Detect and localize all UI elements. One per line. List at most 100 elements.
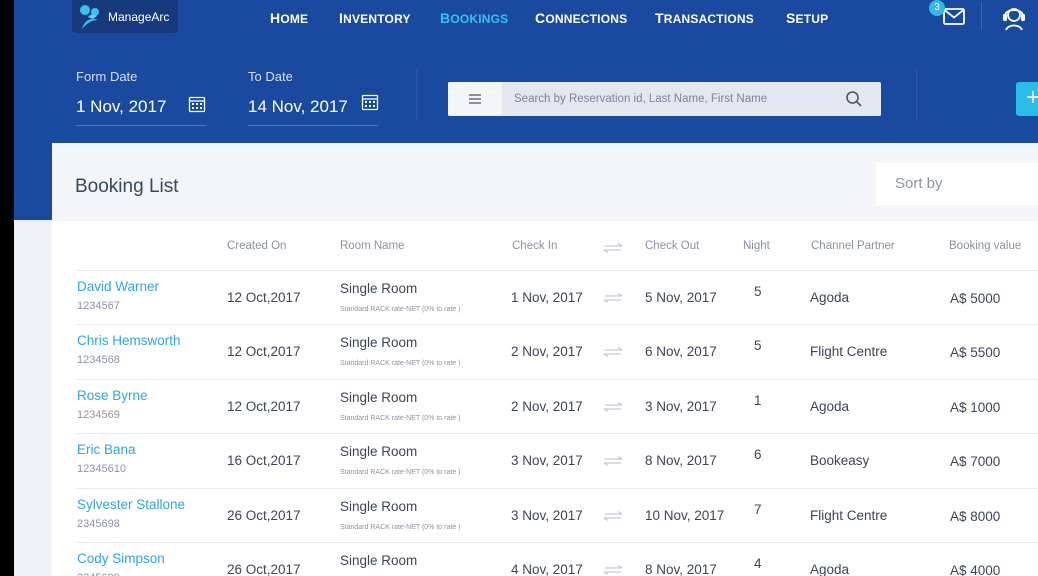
swap-arrows-icon xyxy=(603,456,623,466)
table-row[interactable]: Sylvester Stallone 2345698 26 Oct,2017 Sing… xyxy=(76,488,1038,542)
created-on: 12 Oct,2017 xyxy=(227,290,301,305)
check-in-date: 3 Nov, 2017 xyxy=(511,453,583,468)
guest-name-link[interactable]: Sylvester Stallone xyxy=(77,497,185,512)
col-created-on[interactable]: Created On xyxy=(227,240,286,252)
table-row[interactable]: David Warner 1234567 12 Oct,2017 Single Roo… xyxy=(76,270,1038,324)
rate-plan: Standard RACK rate-NET (0% to rate ) xyxy=(340,306,461,313)
page-title: Booking List xyxy=(75,176,179,197)
check-in-date: 2 Nov, 2017 xyxy=(511,399,583,414)
search-input[interactable]: Search by Reservation id, Last Name, Fir… xyxy=(502,82,827,116)
table-row[interactable]: Rose Byrne 1234569 12 Oct,2017 Single Room S… xyxy=(76,379,1038,433)
nav-inventory-label: INVENTORY xyxy=(339,10,411,26)
guest-name-link[interactable]: Eric Bana xyxy=(77,442,136,457)
add-booking-button[interactable]: + xyxy=(1016,82,1038,116)
night-count: 7 xyxy=(754,502,762,517)
swap-arrows-icon xyxy=(603,347,623,357)
guest-name-link[interactable]: Cody Simpson xyxy=(77,551,165,566)
check-out-date: 5 Nov, 2017 xyxy=(645,290,717,305)
col-room-name[interactable]: Room Name xyxy=(340,240,405,252)
calendar-icon[interactable] xyxy=(188,95,206,113)
nav-home-label: HOME xyxy=(270,10,309,26)
swap-arrows-icon xyxy=(603,565,623,575)
room-name: Single Room xyxy=(340,281,418,296)
to-date-value[interactable]: 14 Nov, 2017 xyxy=(248,97,348,117)
nav-transactions[interactable]: TRANSACTIONS xyxy=(655,10,754,26)
col-night[interactable]: Night xyxy=(743,240,770,252)
channel-partner: Agoda xyxy=(810,399,850,414)
card-header: Booking List Sort by xyxy=(52,143,1038,221)
col-booking-value[interactable]: Booking value xyxy=(949,240,1021,252)
col-channel-partner[interactable]: Channel Partner xyxy=(811,240,895,252)
filter-divider xyxy=(916,70,917,120)
col-check-out[interactable]: Check Out xyxy=(645,240,699,252)
logo[interactable]: ManageArc xyxy=(72,0,178,33)
headset-icon[interactable] xyxy=(1000,2,1028,32)
calendar-icon[interactable] xyxy=(361,93,379,111)
reservation-id: 1234569 xyxy=(77,409,120,421)
nav-home[interactable]: HOME xyxy=(270,10,308,26)
guest-name-link[interactable]: Rose Byrne xyxy=(77,388,148,403)
guest-name-link[interactable]: Chris Hemsworth xyxy=(77,333,181,348)
nav-inventory[interactable]: INVENTORY xyxy=(339,10,411,26)
swap-arrows-icon xyxy=(603,293,623,303)
created-on: 16 Oct,2017 xyxy=(227,453,301,468)
nav-bookings[interactable]: BOOKINGS xyxy=(440,10,508,26)
logo-icon xyxy=(80,4,99,29)
table-row[interactable]: Chris Hemsworth 1234568 12 Oct,2017 Single … xyxy=(76,324,1038,378)
rate-plan: Standard RACK rate-NET (0% to rate ) xyxy=(340,524,461,531)
to-date-underline xyxy=(248,125,378,126)
swap-arrows-icon xyxy=(603,511,623,521)
search-button[interactable] xyxy=(827,82,881,116)
night-count: 6 xyxy=(754,447,762,462)
swap-arrows-icon xyxy=(603,243,623,253)
top-nav: ManageArc HOME INVENTORY BOOKINGS CONNEC… xyxy=(14,0,1038,36)
created-on: 12 Oct,2017 xyxy=(227,344,301,359)
table-row[interactable]: Cody Simpson 2345699 26 Oct,2017 Single Roo… xyxy=(76,542,1038,576)
sort-dropdown[interactable]: Sort by xyxy=(876,163,1038,205)
booking-value: A$ 4000 xyxy=(950,563,1001,576)
check-out-date: 10 Nov, 2017 xyxy=(645,508,725,523)
reservation-id: 2345698 xyxy=(77,518,120,530)
room-name: Single Room xyxy=(340,553,418,568)
from-date-value[interactable]: 1 Nov, 2017 xyxy=(76,97,166,117)
booking-value: A$ 1000 xyxy=(950,400,1001,415)
search-bar: Search by Reservation id, Last Name, Fir… xyxy=(448,82,881,116)
nav-transactions-label: TRANSACTIONS xyxy=(655,10,754,26)
check-out-date: 8 Nov, 2017 xyxy=(645,453,717,468)
reservation-id: 2345699 xyxy=(77,572,120,576)
check-in-date: 4 Nov, 2017 xyxy=(511,562,583,576)
room-name: Single Room xyxy=(340,335,418,350)
night-count: 5 xyxy=(754,338,762,353)
mail-icon[interactable] xyxy=(942,4,966,28)
menu-icon[interactable] xyxy=(448,82,502,116)
search-icon xyxy=(846,91,862,107)
table-row[interactable]: Eric Bana 12345610 16 Oct,2017 Single Room S… xyxy=(76,433,1038,487)
room-name: Single Room xyxy=(340,444,418,459)
reservation-id: 1234568 xyxy=(77,354,120,366)
check-out-date: 8 Nov, 2017 xyxy=(645,562,717,576)
mail-badge: 3 xyxy=(929,0,945,16)
nav-connections[interactable]: CONNECTIONS xyxy=(535,10,627,26)
check-in-date: 3 Nov, 2017 xyxy=(511,508,583,523)
app-window: ManageArc HOME INVENTORY BOOKINGS CONNEC… xyxy=(14,0,1038,576)
check-in-date: 1 Nov, 2017 xyxy=(511,290,583,305)
rate-plan: Standard RACK rate-NET (0% to rate ) xyxy=(340,415,461,422)
night-count: 1 xyxy=(754,393,762,408)
logo-text: ManageArc xyxy=(108,9,170,24)
night-count: 5 xyxy=(754,284,762,299)
channel-partner: Agoda xyxy=(810,562,850,576)
created-on: 12 Oct,2017 xyxy=(227,399,301,414)
night-count: 4 xyxy=(754,556,762,571)
filter-divider xyxy=(416,70,417,120)
col-check-in[interactable]: Check In xyxy=(512,240,557,252)
nav-connections-label: CONNECTIONS xyxy=(535,10,628,26)
check-out-date: 6 Nov, 2017 xyxy=(645,344,717,359)
nav-setup[interactable]: SETUP xyxy=(786,10,828,26)
from-date-label: Form Date xyxy=(76,69,138,84)
check-in-date: 2 Nov, 2017 xyxy=(511,344,583,359)
room-name: Single Room xyxy=(340,499,418,514)
guest-name-link[interactable]: David Warner xyxy=(77,279,159,294)
swap-arrows-icon xyxy=(603,402,623,412)
nav-setup-label: SETUP xyxy=(786,10,829,26)
rate-plan: Standard RACK rate-NET (0% to rate ) xyxy=(340,469,461,476)
